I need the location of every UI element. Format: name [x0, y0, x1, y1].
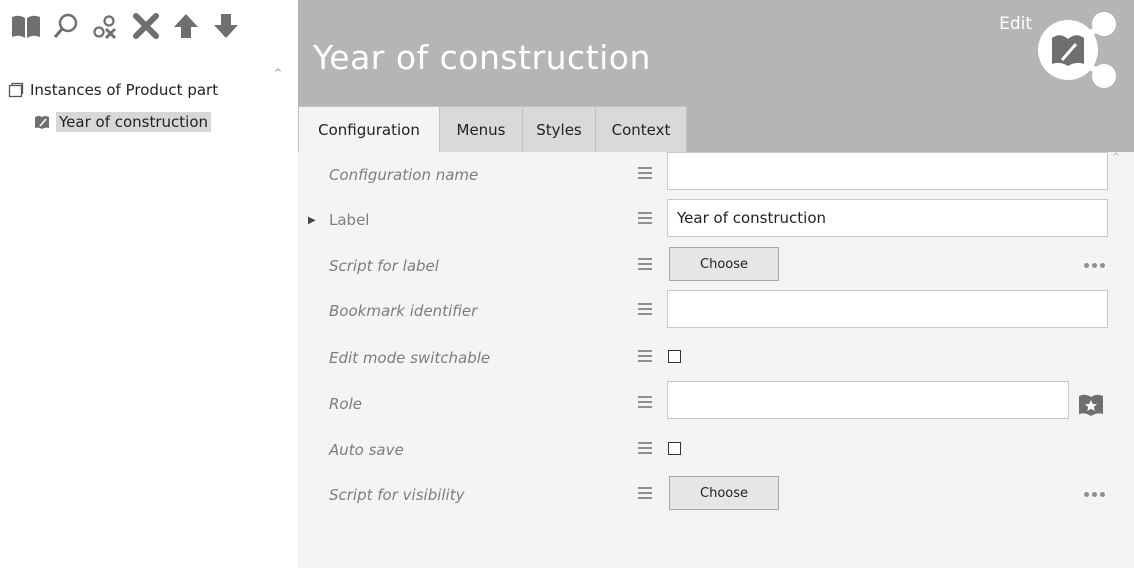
field-label: Bookmark identifier — [329, 302, 478, 320]
configuration-name-input[interactable] — [667, 152, 1108, 190]
field-label: Edit mode switchable — [329, 349, 491, 367]
label-input[interactable] — [667, 199, 1108, 237]
tab-label: Context — [611, 121, 671, 139]
arrow-down-icon — [214, 14, 238, 38]
hamburger-menu-icon[interactable] — [638, 212, 652, 226]
link-remove-icon — [93, 15, 116, 39]
field-label: Script for label — [329, 257, 439, 275]
tab-label: Menus — [456, 121, 506, 139]
tree-item-label: Instances of Product part — [30, 81, 219, 99]
row-auto-save: Auto save — [298, 431, 1134, 471]
search-icon — [53, 13, 78, 38]
row-script-for-visibility: Script for visibility Choose — [298, 476, 1134, 516]
hamburger-menu-icon[interactable] — [638, 167, 652, 181]
row-bookmark-identifier: Bookmark identifier — [298, 290, 1134, 332]
choose-script-label-button[interactable]: Choose — [669, 247, 779, 281]
tree-item-label: Year of construction — [56, 112, 212, 132]
auto-save-checkbox[interactable] — [668, 442, 681, 455]
row-label: ▶ Label — [298, 199, 1134, 241]
bookmark-identifier-input[interactable] — [667, 290, 1108, 328]
hamburger-menu-icon[interactable] — [638, 442, 652, 456]
tab-configuration[interactable]: Configuration — [298, 106, 440, 152]
field-label: Role — [329, 395, 362, 413]
mode-label: Edit — [999, 14, 1032, 34]
tree-item-instances[interactable]: Instances of Product part — [8, 78, 218, 102]
field-label: Auto save — [329, 441, 404, 459]
delete-button[interactable] — [128, 8, 164, 44]
edit-book-icon — [35, 116, 49, 129]
page-title: Year of construction — [313, 38, 651, 77]
tab-styles[interactable]: Styles — [522, 106, 596, 152]
row-role: Role — [298, 381, 1134, 425]
remove-link-button[interactable] — [88, 8, 124, 44]
book-icon — [12, 15, 40, 38]
hamburger-menu-icon[interactable] — [638, 487, 652, 501]
tree-item-year-of-construction[interactable]: Year of construction — [8, 110, 218, 134]
hamburger-menu-icon[interactable] — [638, 396, 652, 410]
folder-icon — [8, 82, 24, 98]
edit-share-icon[interactable] — [1036, 10, 1120, 94]
hamburger-menu-icon[interactable] — [638, 350, 652, 364]
field-label: Script for visibility — [329, 486, 465, 504]
move-up-button[interactable] — [168, 8, 204, 44]
field-label: Label — [329, 211, 370, 229]
choose-script-visibility-button[interactable]: Choose — [669, 476, 779, 510]
toolbar — [8, 8, 244, 44]
search-button[interactable] — [48, 8, 84, 44]
row-script-for-label: Script for label Choose — [298, 247, 1134, 287]
tab-menus[interactable]: Menus — [439, 106, 523, 152]
scroll-up-arrow[interactable]: ^ — [271, 68, 285, 80]
delete-icon — [133, 13, 159, 39]
left-panel: ^ Instances of Product part Year of cons… — [0, 0, 288, 568]
role-input[interactable] — [667, 381, 1069, 419]
hamburger-menu-icon[interactable] — [638, 258, 652, 272]
hamburger-menu-icon[interactable] — [638, 303, 652, 317]
move-down-button[interactable] — [208, 8, 244, 44]
tab-label: Configuration — [318, 121, 420, 139]
arrow-up-icon — [174, 14, 198, 38]
field-label: Configuration name — [329, 166, 479, 184]
row-configuration-name: Configuration name — [298, 152, 1134, 196]
row-edit-mode-switchable: Edit mode switchable — [298, 339, 1134, 379]
expand-arrow-icon[interactable]: ▶ — [308, 215, 316, 226]
tab-context[interactable]: Context — [595, 106, 687, 152]
book-button[interactable] — [8, 8, 44, 44]
more-options-icon[interactable] — [1084, 263, 1105, 268]
form-area: ^ Configuration name ▶ Label Script for … — [298, 152, 1134, 568]
tab-label: Styles — [536, 121, 582, 139]
book-star-icon[interactable] — [1078, 392, 1104, 418]
tab-bar: Configuration Menus Styles Context — [298, 104, 1134, 152]
header: Year of construction Edit — [298, 0, 1134, 104]
more-options-icon[interactable] — [1084, 492, 1105, 497]
edit-mode-switchable-checkbox[interactable] — [668, 350, 681, 363]
tree-view: Instances of Product part Year of constr… — [8, 78, 218, 134]
